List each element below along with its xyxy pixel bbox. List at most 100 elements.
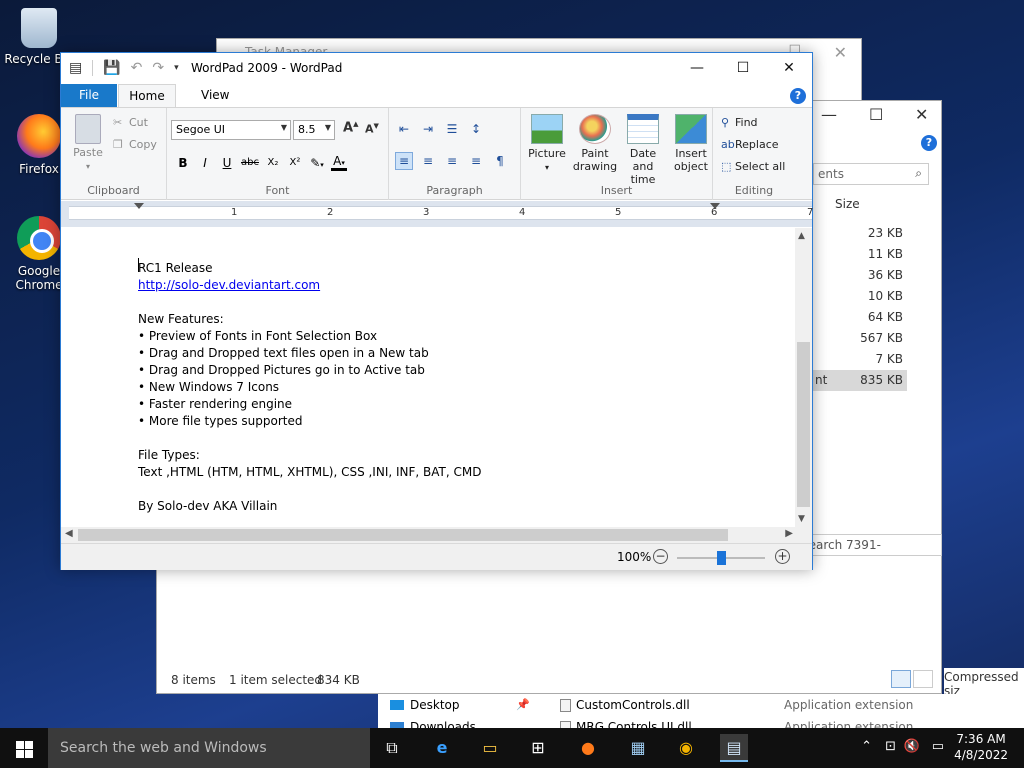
object-icon <box>675 114 707 144</box>
nav-item-desktop[interactable]: Desktop 📌 <box>378 694 548 716</box>
paragraph-settings-icon[interactable]: ¶ <box>491 152 509 170</box>
file-explorer-icon[interactable]: ▭ <box>476 734 504 762</box>
task-view-icon[interactable]: ⧉ <box>378 734 406 762</box>
italic-button[interactable]: I <box>197 156 213 170</box>
scrollbar-thumb[interactable] <box>78 529 728 541</box>
volume-muted-icon[interactable]: 🔇 <box>904 739 920 754</box>
document-area[interactable]: RC1 Release http://solo-dev.deviantart.c… <box>61 228 797 527</box>
replace-button[interactable]: abReplace <box>721 138 779 151</box>
minimize-button[interactable]: — <box>674 53 720 83</box>
zoom-slider[interactable] <box>677 551 765 565</box>
bullets-icon[interactable]: ☰ <box>443 120 461 138</box>
show-hidden-icons-icon[interactable]: ⌃ <box>861 739 872 754</box>
title-bar[interactable]: ▤ 💾 ↶ ↷ ▾ WordPad 2009 - WordPad — ☐ ✕ <box>61 53 812 84</box>
chrome-icon <box>17 216 61 260</box>
action-center-icon[interactable]: ▭ <box>932 739 944 754</box>
document-text[interactable]: RC1 Release http://solo-dev.deviantart.c… <box>138 260 481 515</box>
file-row[interactable]: CustomControls.dll Application extension <box>558 694 998 716</box>
paint-drawing-button[interactable]: Paint drawing <box>571 114 619 173</box>
vertical-scrollbar[interactable]: ▲ ▼ <box>795 228 812 527</box>
tab-view[interactable]: View <box>187 84 243 107</box>
font-size-select[interactable]: 8.5 ▼ <box>293 120 335 140</box>
doc-line: • Preview of Fonts in Font Selection Box <box>138 329 378 343</box>
align-right-icon[interactable]: ≡ <box>443 152 461 170</box>
wordpad-app-icon[interactable]: ▤ <box>69 60 82 76</box>
task-manager-taskbar-icon[interactable]: ▦ <box>624 734 652 762</box>
close-icon[interactable]: ✕ <box>915 105 928 124</box>
shrink-font-button[interactable]: A▼ <box>365 122 379 136</box>
file-row[interactable]: MRG.Controls.UI.dll Application extensio… <box>558 716 998 728</box>
explorer-search-input[interactable]: Search 7391- <box>792 534 942 556</box>
increase-indent-icon[interactable]: ⇥ <box>419 120 437 138</box>
undo-icon[interactable]: ↶ <box>131 60 143 76</box>
start-button[interactable] <box>0 728 48 768</box>
left-indent-marker[interactable] <box>134 203 144 209</box>
details-view-icon[interactable] <box>891 670 911 688</box>
save-icon[interactable]: 💾 <box>103 60 120 76</box>
bold-button[interactable]: B <box>175 156 191 170</box>
align-left-icon[interactable]: ≡ <box>395 152 413 170</box>
copy-button[interactable]: ❐ Copy <box>113 138 157 151</box>
horizontal-scrollbar[interactable]: ◀ ▶ <box>61 527 797 543</box>
pin-icon: 📌 <box>516 698 530 711</box>
scrollbar-thumb[interactable] <box>797 342 810 507</box>
close-button[interactable]: ✕ <box>766 53 812 83</box>
subscript-button[interactable]: X₂ <box>265 157 281 168</box>
store-icon[interactable]: ⊞ <box>524 734 552 762</box>
scroll-left-icon[interactable]: ◀ <box>65 528 73 539</box>
cut-button[interactable]: ✂ Cut <box>113 116 148 129</box>
redo-icon[interactable]: ↷ <box>152 60 164 76</box>
paste-button[interactable]: Paste ▾ <box>71 114 105 172</box>
highlight-color-button[interactable]: ✎▾ <box>309 156 325 170</box>
select-all-button[interactable]: ⬚ Select all <box>721 160 785 173</box>
chrome-taskbar-icon[interactable]: ◉ <box>672 734 700 762</box>
size-cell-selected[interactable]: nt 835 KB <box>813 370 907 391</box>
ruler[interactable]: 1 2 3 4 5 6 7 <box>61 201 813 227</box>
dll-file-icon <box>560 699 571 712</box>
font-family-select[interactable]: Segoe UI ▼ <box>171 120 291 140</box>
help-icon[interactable]: ? <box>790 88 806 104</box>
scroll-right-icon[interactable]: ▶ <box>785 528 793 539</box>
minimize-icon[interactable]: — <box>821 105 837 124</box>
line-spacing-icon[interactable]: ↕ <box>467 120 485 138</box>
column-header-size[interactable]: Size <box>835 197 860 211</box>
text-color-button[interactable]: A▾ <box>330 154 347 171</box>
decrease-indent-icon[interactable]: ⇤ <box>395 120 413 138</box>
strikethrough-button[interactable]: abc <box>241 157 259 168</box>
wordpad-taskbar-icon[interactable]: ▤ <box>720 734 748 762</box>
select-all-icon: ⬚ <box>721 160 732 173</box>
edge-icon[interactable]: e <box>428 734 456 762</box>
doc-line: • New Windows 7 Icons <box>138 380 280 394</box>
large-icons-view-icon[interactable] <box>913 670 933 688</box>
zoom-slider-thumb[interactable] <box>717 551 726 565</box>
tab-file[interactable]: File <box>61 84 117 107</box>
network-icon[interactable]: ⊡ <box>885 739 896 754</box>
insert-object-button[interactable]: Insert object <box>667 114 715 173</box>
help-icon[interactable]: ? <box>921 135 937 151</box>
recycle-bin-icon <box>21 8 57 48</box>
nav-item-downloads[interactable]: Downloads <box>378 716 548 728</box>
underline-button[interactable]: U <box>219 156 235 170</box>
customize-qat-icon[interactable]: ▾ <box>174 63 179 73</box>
scroll-up-icon[interactable]: ▲ <box>798 231 805 241</box>
tab-home[interactable]: Home <box>118 84 176 107</box>
firefox-taskbar-icon[interactable]: ● <box>574 734 602 762</box>
grow-font-button[interactable]: A▲ <box>343 120 358 135</box>
date-time-button[interactable]: Date and time <box>619 114 667 186</box>
scroll-down-icon[interactable]: ▼ <box>798 514 805 524</box>
wordpad-window[interactable]: ▤ 💾 ↶ ↷ ▾ WordPad 2009 - WordPad — ☐ ✕ F… <box>60 52 813 570</box>
taskbar-search-input[interactable]: Search the web and Windows <box>48 728 370 768</box>
justify-icon[interactable]: ≡ <box>467 152 485 170</box>
find-button[interactable]: ⚲ Find <box>721 116 758 129</box>
search-contents-input[interactable]: ents ⌕ <box>813 163 929 185</box>
align-center-icon[interactable]: ≡ <box>419 152 437 170</box>
zoom-out-button[interactable]: − <box>653 549 668 564</box>
close-icon[interactable]: ✕ <box>834 43 847 62</box>
maximize-icon[interactable]: ☐ <box>869 105 883 124</box>
insert-picture-button[interactable]: Picture ▾ <box>523 114 571 174</box>
clock[interactable]: 7:36 AM 4/8/2022 <box>954 731 1008 763</box>
maximize-button[interactable]: ☐ <box>720 53 766 83</box>
superscript-button[interactable]: X² <box>287 157 303 168</box>
doc-link[interactable]: http://solo-dev.deviantart.com <box>138 278 320 292</box>
zoom-in-button[interactable]: + <box>775 549 790 564</box>
